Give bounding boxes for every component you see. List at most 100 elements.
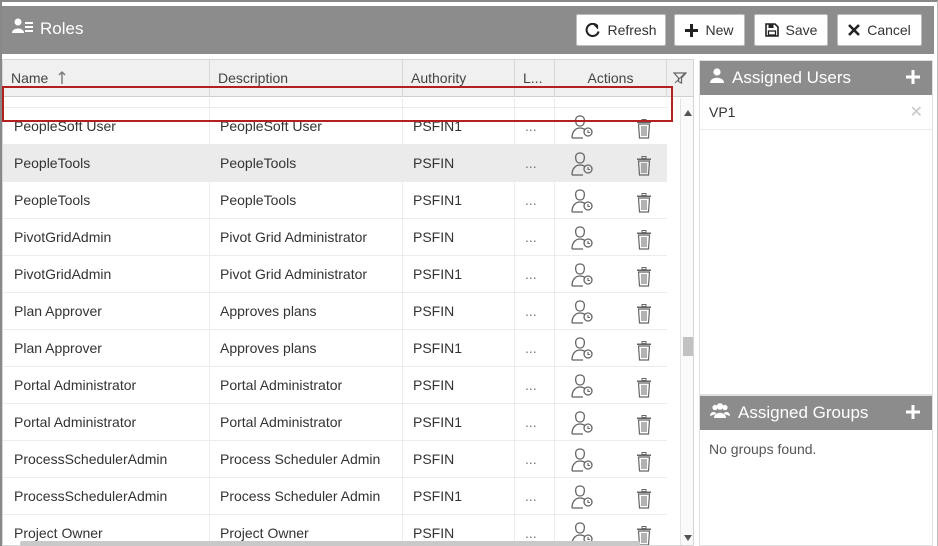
refresh-button-label: Refresh xyxy=(607,22,657,38)
cell-name: PivotGridAdmin xyxy=(3,219,210,256)
roles-toolbar: Roles Refresh New Save Cancel xyxy=(2,6,934,54)
table-row[interactable]: PivotGridAdmin Pivot Grid Administrator PS… xyxy=(3,219,667,256)
assign-user-icon[interactable] xyxy=(571,224,595,256)
roles-icon xyxy=(12,18,34,39)
column-header-name[interactable]: Name xyxy=(3,60,210,97)
cell-authority: PSFIN1 xyxy=(403,404,515,441)
assign-user-icon[interactable] xyxy=(571,187,595,219)
assign-user-icon[interactable] xyxy=(571,372,595,404)
cell-actions xyxy=(555,108,667,145)
trash-icon[interactable] xyxy=(636,375,652,404)
table-row[interactable]: PeopleTools PeopleTools PSFIN1... xyxy=(3,182,667,219)
cell-description: PeopleTools xyxy=(210,182,403,219)
assigned-users-title: Assigned Users xyxy=(732,68,852,87)
cell-name: ProcessSchedulerAdmin xyxy=(3,478,210,515)
cell-description: Portal Administrator xyxy=(210,367,403,404)
assign-user-icon[interactable] xyxy=(571,150,595,182)
cell-authority: PSFIN xyxy=(403,293,515,330)
trash-icon[interactable] xyxy=(636,227,652,256)
cell-l: ... xyxy=(515,145,555,182)
column-header-actions: Actions xyxy=(555,60,667,97)
remove-user-icon[interactable]: ✕ xyxy=(910,95,923,130)
trash-icon[interactable] xyxy=(636,412,652,441)
horizontal-scrollbar[interactable] xyxy=(20,541,640,546)
trash-icon[interactable] xyxy=(636,190,652,219)
table-row[interactable]: Plan Approver Approves plans PSFIN1... xyxy=(3,330,667,367)
cell-authority: PSFIN xyxy=(403,367,515,404)
trash-icon[interactable] xyxy=(636,264,652,293)
table-row-selected[interactable]: PeopleTools PeopleTools PSFIN... xyxy=(3,145,667,182)
vertical-scrollbar[interactable] xyxy=(680,98,693,545)
cell-authority: PSFIN1 xyxy=(403,108,515,145)
cell-l: ... xyxy=(515,256,555,293)
cell-description: PeopleSoft User xyxy=(210,108,403,145)
assigned-user-name: VP1 xyxy=(709,104,736,120)
sort-ascending-icon xyxy=(58,61,66,98)
trash-icon[interactable] xyxy=(636,449,652,478)
column-header-authority[interactable]: Authority xyxy=(403,60,515,97)
add-user-icon[interactable] xyxy=(906,69,920,89)
table-row[interactable]: PeopleSoft User PeopleSoft User PSFIN1... xyxy=(3,108,667,145)
user-icon xyxy=(710,68,724,88)
scroll-up-icon[interactable] xyxy=(684,103,692,121)
cell-description: Pivot Grid Administrator xyxy=(210,219,403,256)
cell-actions xyxy=(555,367,667,404)
add-group-icon[interactable] xyxy=(906,404,920,424)
cell-authority: PSFIN1 xyxy=(403,330,515,367)
new-button-label: New xyxy=(705,22,734,38)
floppy-disk-icon xyxy=(764,23,779,37)
refresh-button[interactable]: Refresh xyxy=(576,14,666,46)
cell-description: Approves plans xyxy=(210,293,403,330)
table-row[interactable]: PivotGridAdmin Pivot Grid Administrator PS… xyxy=(3,256,667,293)
column-header-description[interactable]: Description xyxy=(210,60,403,97)
table-row[interactable]: ProcessSchedulerAdmin Process Scheduler A… xyxy=(3,441,667,478)
table-row[interactable]: ProcessSchedulerAdmin Process Scheduler A… xyxy=(3,478,667,515)
assigned-groups-title: Assigned Groups xyxy=(738,403,869,422)
cell-actions xyxy=(555,219,667,256)
assign-user-icon[interactable] xyxy=(571,409,595,441)
assign-user-icon[interactable] xyxy=(571,335,595,367)
assigned-groups-panel: Assigned Groups No groups found. xyxy=(699,395,933,546)
close-icon xyxy=(848,24,861,36)
cell-l: ... xyxy=(515,293,555,330)
cell-l: ... xyxy=(515,219,555,256)
table-row[interactable]: Portal Administrator Portal Administrator… xyxy=(3,404,667,441)
table-row[interactable]: Portal Administrator Portal Administrator… xyxy=(3,367,667,404)
table-row[interactable]: Plan Approver Approves plans PSFIN... xyxy=(3,293,667,330)
cell-actions xyxy=(555,478,667,515)
cell-actions xyxy=(555,293,667,330)
cell-description: Process Scheduler Admin xyxy=(210,441,403,478)
cell-name: PeopleTools xyxy=(3,182,210,219)
cell-l: ... xyxy=(515,108,555,145)
cell-description: Approves plans xyxy=(210,330,403,367)
save-button[interactable]: Save xyxy=(754,14,828,46)
new-button[interactable]: New xyxy=(674,14,745,46)
cancel-button[interactable]: Cancel xyxy=(837,14,922,46)
cell-name: Portal Administrator xyxy=(3,404,210,441)
cell-description: PeopleTools xyxy=(210,145,403,182)
grid-body: PeopleSoft User PeopleSoft User PSFIN1... P… xyxy=(3,98,667,545)
assign-user-icon[interactable] xyxy=(571,261,595,293)
assign-user-icon[interactable] xyxy=(571,446,595,478)
cell-authority: PSFIN1 xyxy=(403,256,515,293)
cancel-button-label: Cancel xyxy=(867,22,911,38)
column-header-l[interactable]: L... xyxy=(515,60,555,97)
page-title-text: Roles xyxy=(40,18,84,38)
filter-button[interactable] xyxy=(667,60,693,97)
trash-icon[interactable] xyxy=(636,153,652,182)
trash-icon[interactable] xyxy=(636,338,652,367)
column-header-name-label: Name xyxy=(11,70,49,86)
trash-icon[interactable] xyxy=(636,301,652,330)
assign-user-icon[interactable] xyxy=(571,483,595,515)
save-button-label: Save xyxy=(785,22,818,38)
cell-name: ProcessSchedulerAdmin xyxy=(3,441,210,478)
assign-user-icon[interactable] xyxy=(571,298,595,330)
cell-actions xyxy=(555,256,667,293)
scroll-down-icon[interactable] xyxy=(684,528,692,545)
assign-user-icon[interactable] xyxy=(571,113,595,145)
scrollbar-thumb[interactable] xyxy=(683,337,693,356)
trash-icon[interactable] xyxy=(636,116,652,145)
cell-name: PivotGridAdmin xyxy=(3,256,210,293)
trash-icon[interactable] xyxy=(636,486,652,515)
assigned-users-header: Assigned Users xyxy=(700,61,932,95)
